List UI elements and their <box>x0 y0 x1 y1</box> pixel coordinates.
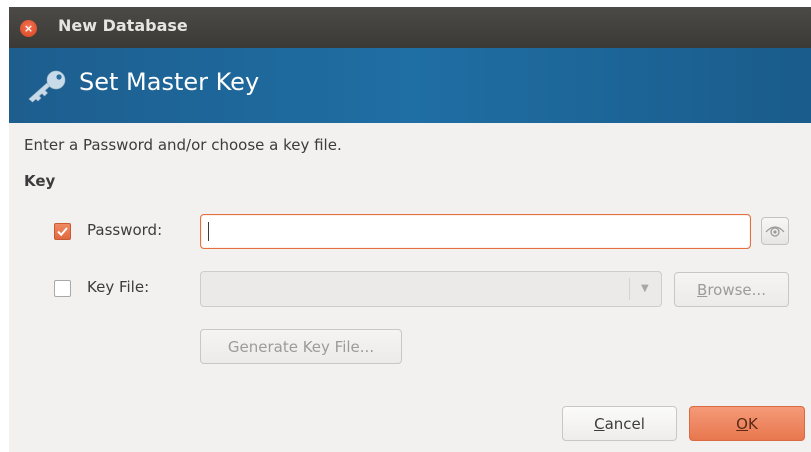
key-file-combobox[interactable]: ▼ <box>200 271 662 307</box>
ok-mnemonic: O <box>736 414 748 433</box>
text-caret <box>208 222 209 241</box>
key-icon <box>28 70 66 103</box>
title-bar: × New Database <box>9 7 811 48</box>
cancel-mnemonic: C <box>594 414 605 433</box>
intro-text: Enter a Password and/or choose a key fil… <box>24 136 342 154</box>
eye-icon <box>765 226 785 237</box>
combo-separator <box>629 278 630 300</box>
password-label: Password: <box>87 221 163 239</box>
browse-mnemonic: B <box>697 280 708 299</box>
cancel-button[interactable]: Cancel <box>562 406 677 441</box>
header-banner: Set Master Key <box>9 48 811 123</box>
browse-button[interactable]: Browse... <box>674 272 789 307</box>
password-field[interactable] <box>200 214 751 249</box>
toggle-password-visibility-button[interactable] <box>761 217 789 245</box>
chevron-down-icon: ▼ <box>641 283 649 294</box>
window-title: New Database <box>58 16 188 35</box>
checkmark-icon <box>57 227 68 237</box>
key-file-checkbox[interactable] <box>54 280 71 297</box>
cancel-label: ancel <box>604 414 645 433</box>
section-label-key: Key <box>24 172 56 190</box>
ok-button[interactable]: OK <box>689 406 805 441</box>
password-checkbox[interactable] <box>54 223 71 240</box>
new-database-dialog: × New Database Set Master Key Enter a Pa… <box>9 7 811 452</box>
ok-label: K <box>747 414 758 433</box>
close-icon[interactable]: × <box>20 20 37 37</box>
key-file-label: Key File: <box>87 278 150 296</box>
banner-title: Set Master Key <box>79 68 260 96</box>
browse-label: rowse... <box>707 280 766 299</box>
generate-key-file-button[interactable]: Generate Key File... <box>200 329 402 364</box>
